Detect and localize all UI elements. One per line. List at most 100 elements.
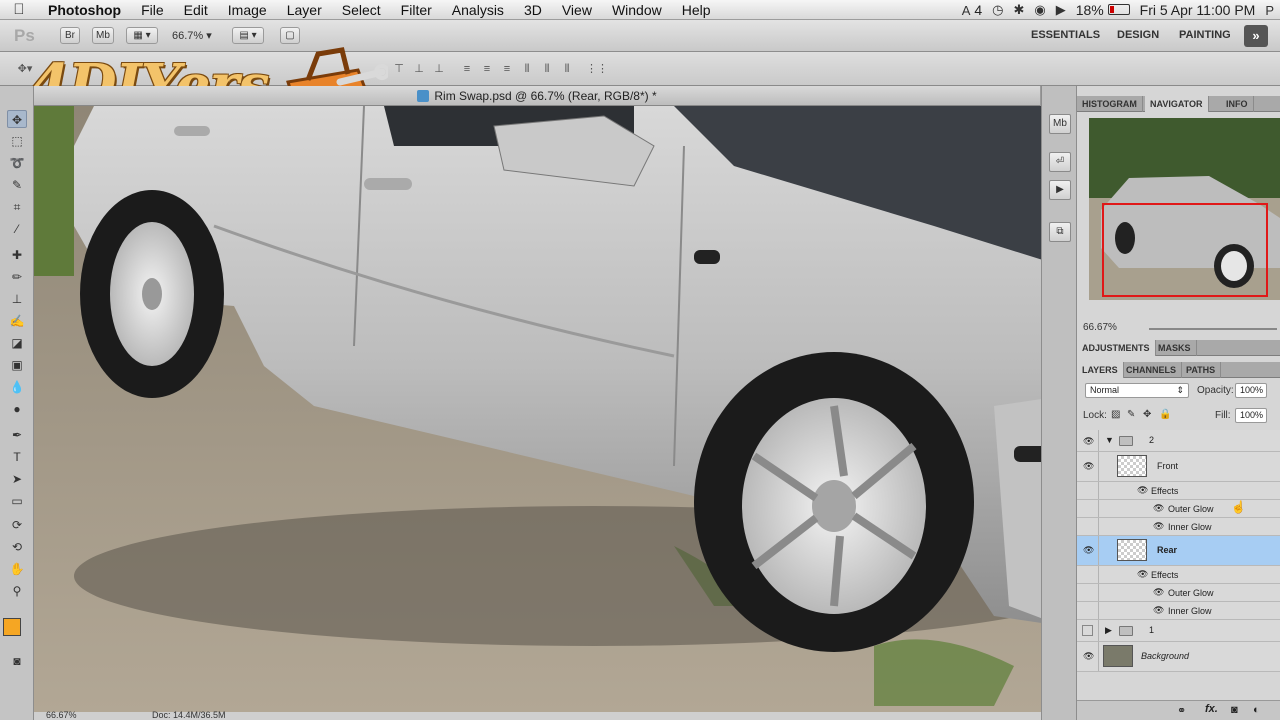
distribute-hcenter-icon[interactable]: ⫴ (540, 62, 554, 76)
clone-stamp-tool-icon[interactable]: ⊥ (7, 290, 27, 308)
workspace-painting[interactable]: PAINTING (1179, 29, 1231, 41)
status-doc-size[interactable]: Doc: 14.4M/36.5M (152, 710, 226, 720)
effect-eye-icon[interactable]: 👁 (1153, 503, 1164, 514)
minibridge-panel-icon[interactable]: Mb (1049, 114, 1071, 134)
more-workspaces-button[interactable]: » (1244, 25, 1268, 47)
blend-mode-select[interactable]: Normal ⇕ (1085, 383, 1189, 398)
eraser-tool-icon[interactable]: ◪ (7, 334, 27, 352)
lock-image-icon[interactable]: ✎ (1127, 409, 1135, 420)
collapse-triangle-icon[interactable]: ▶ (1105, 625, 1112, 636)
navigator-zoom-slider[interactable] (1149, 328, 1277, 330)
blur-tool-icon[interactable]: 💧 (7, 378, 27, 396)
3d-orbit-tool-icon[interactable]: ⟲ (7, 538, 27, 556)
time-machine-icon[interactable]: ◷ (992, 2, 1003, 18)
align-top-icon[interactable]: ⊤ (392, 62, 406, 76)
menu-layer[interactable]: Layer (277, 2, 332, 18)
brush-tool-icon[interactable]: ✏ (7, 268, 27, 286)
adjustment-layer-icon[interactable]: ◐ (1253, 704, 1260, 716)
opacity-field[interactable]: 100% (1235, 383, 1267, 398)
apple-icon[interactable]:  (0, 1, 38, 18)
lock-transparency-icon[interactable]: ▨ (1111, 409, 1120, 420)
workspace-design[interactable]: DESIGN (1117, 29, 1159, 41)
eye-icon[interactable]: 👁 (1083, 462, 1095, 471)
navigator-preview[interactable] (1089, 118, 1280, 300)
menu-help[interactable]: Help (672, 2, 721, 18)
document-canvas[interactable] (34, 106, 1062, 712)
align-bottom-icon[interactable]: ⊥ (432, 62, 446, 76)
distribute-right-icon[interactable]: ⫴ (560, 62, 574, 76)
eye-icon[interactable]: 👁 (1083, 652, 1095, 661)
shape-tool-icon[interactable]: ▭ (7, 492, 27, 510)
effect-outer-glow[interactable]: 👁 Outer Glow (1077, 584, 1280, 602)
tab-layers[interactable]: LAYERS (1077, 362, 1124, 378)
hand-tool-icon[interactable]: ✋ (7, 560, 27, 578)
menu-view[interactable]: View (552, 2, 602, 18)
battery-status[interactable]: 18% (1076, 2, 1130, 18)
actions-panel-icon[interactable]: ▶ (1049, 180, 1071, 200)
zoom-tool-icon[interactable]: ⚲ (7, 582, 27, 600)
3d-rotate-tool-icon[interactable]: ⟳ (7, 516, 27, 534)
eye-icon[interactable]: 👁 (1083, 546, 1095, 555)
history-brush-tool-icon[interactable]: ✍ (7, 312, 27, 330)
distribute-top-icon[interactable]: ≡ (460, 62, 474, 76)
layer-rear[interactable]: 👁 Rear (1077, 536, 1280, 566)
menu-image[interactable]: Image (218, 2, 277, 18)
quick-mask-icon[interactable]: ◙ (7, 652, 27, 670)
tab-channels[interactable]: CHANNELS (1121, 362, 1183, 378)
effect-eye-icon[interactable]: 👁 (1153, 605, 1164, 616)
tab-masks[interactable]: MASKS (1153, 340, 1197, 356)
adobe-status[interactable]: A 4 (962, 2, 982, 18)
layer-group-2[interactable]: 👁 ▼ 2 (1077, 430, 1280, 452)
tab-navigator[interactable]: NAVIGATOR (1145, 96, 1209, 112)
gradient-tool-icon[interactable]: ▣ (7, 356, 27, 374)
workspace-essentials[interactable]: ESSENTIALS (1031, 29, 1100, 41)
auto-align-icon[interactable]: ⋮⋮ (586, 62, 608, 76)
menu-edit[interactable]: Edit (174, 2, 218, 18)
eye-icon[interactable]: 👁 (1083, 437, 1095, 446)
menu-3d[interactable]: 3D (514, 2, 552, 18)
lock-position-icon[interactable]: ✥ (1143, 409, 1151, 420)
dodge-tool-icon[interactable]: ● (7, 400, 27, 418)
visibility-off-box[interactable] (1082, 625, 1093, 636)
move-tool-icon[interactable]: ✥ (7, 110, 27, 128)
effect-inner-glow[interactable]: 👁 Inner Glow (1077, 602, 1280, 620)
eyedropper-tool-icon[interactable]: ⁄ (7, 220, 27, 238)
spotlight-icon[interactable]: P (1265, 3, 1274, 18)
healing-brush-tool-icon[interactable]: ✚ (7, 246, 27, 264)
menu-file[interactable]: File (131, 2, 174, 18)
effect-outer-glow[interactable]: 👁 Outer Glow ☝ (1077, 500, 1280, 518)
distribute-vcenter-icon[interactable]: ≡ (480, 62, 494, 76)
layer-effects-row[interactable]: 👁 Effects (1077, 566, 1280, 584)
history-panel-icon[interactable]: ⏎ (1049, 152, 1071, 172)
path-selection-tool-icon[interactable]: ➤ (7, 470, 27, 488)
menu-filter[interactable]: Filter (391, 2, 442, 18)
status-zoom[interactable]: 66.67% (46, 710, 77, 720)
marquee-tool-icon[interactable]: ⬚ (7, 132, 27, 150)
effect-eye-icon[interactable]: 👁 (1137, 569, 1148, 580)
tab-histogram[interactable]: HISTOGRAM (1077, 96, 1143, 112)
layer-front[interactable]: 👁 Front (1077, 452, 1280, 482)
fx-icon[interactable]: fx. (1205, 703, 1218, 715)
wifi-icon[interactable]: ◉ (1034, 2, 1045, 18)
type-tool-icon[interactable]: T (7, 448, 27, 466)
effect-eye-icon[interactable]: 👁 (1153, 521, 1164, 532)
menu-select[interactable]: Select (332, 2, 391, 18)
menu-analysis[interactable]: Analysis (442, 2, 514, 18)
add-mask-icon[interactable]: ◙ (1231, 704, 1238, 716)
document-tab[interactable]: Rim Swap.psd @ 66.7% (Rear, RGB/8*) * (34, 86, 1040, 106)
effect-eye-icon[interactable]: 👁 (1153, 587, 1164, 598)
effect-inner-glow[interactable]: 👁 Inner Glow (1077, 518, 1280, 536)
layer-comps-panel-icon[interactable]: ⧉ (1049, 222, 1071, 242)
fill-field[interactable]: 100% (1235, 408, 1267, 423)
link-layers-icon[interactable]: ⚭ (1177, 704, 1186, 717)
crop-tool-icon[interactable]: ⌗ (7, 198, 27, 216)
layer-background[interactable]: 👁 Background (1077, 642, 1280, 672)
foreground-color-swatch[interactable] (3, 618, 21, 636)
layer-effects-row[interactable]: 👁 Effects (1077, 482, 1280, 500)
tab-adjustments[interactable]: ADJUSTMENTS (1077, 340, 1156, 356)
lasso-tool-icon[interactable]: ➰ (7, 154, 27, 172)
volume-icon[interactable]: ▶ (1056, 2, 1066, 18)
distribute-bottom-icon[interactable]: ≡ (500, 62, 514, 76)
lock-all-icon[interactable]: 🔒 (1159, 409, 1171, 420)
align-vcenter-icon[interactable]: ⊥ (412, 62, 426, 76)
